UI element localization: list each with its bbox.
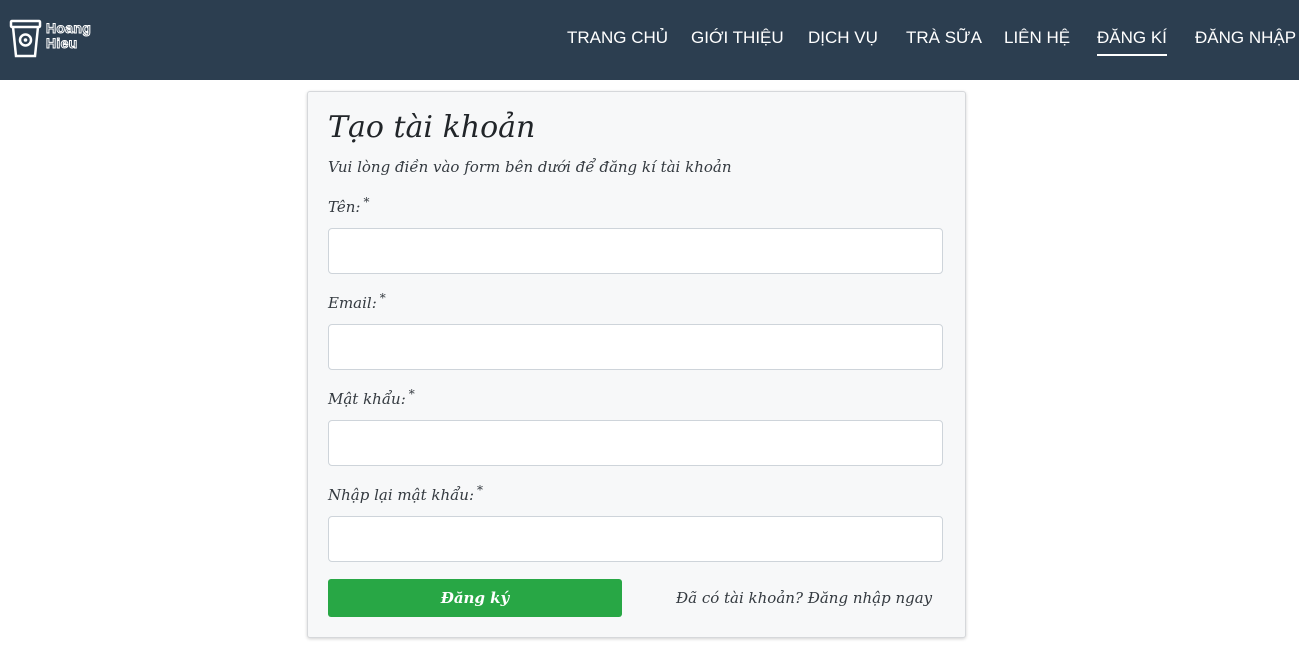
form-subtitle: Vui lòng điền vào form bên dưới để đăng … [328, 158, 732, 176]
email-input[interactable] [328, 324, 943, 370]
register-button[interactable]: Đăng ký [328, 579, 622, 617]
brand-name-line2: Hieu [45, 35, 78, 51]
register-form-card: Tạo tài khoản Vui lòng điền vào form bên… [307, 91, 966, 638]
name-label: Tên: * [328, 195, 370, 216]
nav-contact[interactable]: LIÊN HỆ [1004, 28, 1070, 54]
required-mark: * [379, 291, 386, 305]
nav-login[interactable]: ĐĂNG NHẬP [1195, 28, 1296, 54]
nav-about[interactable]: GIỚI THIỆU [691, 28, 784, 54]
top-navbar: Hoang Hieu TRANG CHỦ GIỚI THIỆU DỊCH VỤ … [0, 0, 1299, 80]
password-input[interactable] [328, 420, 943, 466]
confirm-password-label-text: Nhập lại mật khẩu: [328, 486, 475, 504]
confirm-password-label: Nhập lại mật khẩu: * [328, 483, 484, 504]
nav-home[interactable]: TRANG CHỦ [567, 28, 668, 54]
name-label-text: Tên: [328, 198, 361, 216]
name-input[interactable] [328, 228, 943, 274]
confirm-password-input[interactable] [328, 516, 943, 562]
nav-register[interactable]: ĐĂNG KÍ [1097, 28, 1167, 56]
milk-tea-cup-icon [9, 19, 42, 58]
brand-logo[interactable]: Hoang Hieu [8, 19, 108, 61]
required-mark: * [477, 483, 484, 497]
login-link[interactable]: Đã có tài khoản? Đăng nhập ngay [676, 589, 932, 607]
email-label-text: Email: [328, 294, 377, 312]
nav-services[interactable]: DỊCH VỤ [808, 28, 878, 54]
form-title: Tạo tài khoản [328, 110, 536, 145]
brand-name-line1: Hoang [45, 20, 92, 36]
password-label: Mật khẩu: * [328, 387, 415, 408]
password-label-text: Mật khẩu: [328, 390, 406, 408]
required-mark: * [408, 387, 415, 401]
email-label: Email: * [328, 291, 386, 312]
nav-milk-tea[interactable]: TRÀ SỮA [906, 28, 982, 54]
required-mark: * [363, 195, 370, 209]
brand-name: Hoang Hieu [45, 20, 92, 51]
